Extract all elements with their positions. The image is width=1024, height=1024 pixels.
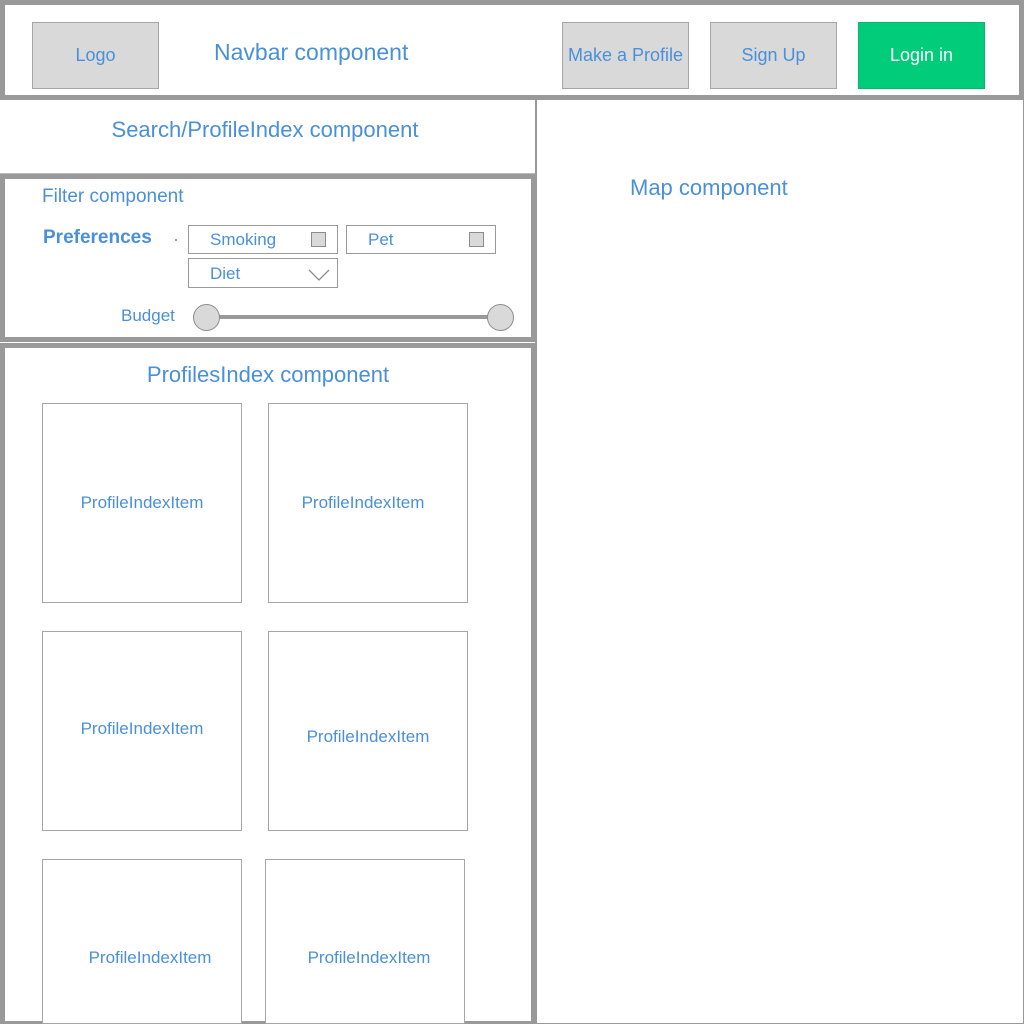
map-title: Map component (630, 175, 788, 200)
pet-label: Pet (368, 230, 394, 249)
profile-index-item[interactable]: ProfileIndexItem (268, 631, 468, 831)
pet-checkbox[interactable] (469, 232, 484, 247)
profile-index-item[interactable]: ProfileIndexItem (265, 859, 465, 1024)
login-button[interactable]: Login in (858, 22, 985, 89)
profiles-index-title: ProfilesIndex component (146, 362, 390, 387)
profile-index-item-label: ProfileIndexItem (307, 948, 431, 967)
diet-select[interactable]: Diet (188, 258, 338, 288)
search-panel-title: Search/ProfileIndex component (111, 117, 419, 142)
profile-index-item-label: ProfileIndexItem (80, 493, 204, 512)
profile-index-item[interactable]: ProfileIndexItem (42, 631, 242, 831)
budget-slider-max-handle[interactable] (487, 304, 514, 331)
navbar-title: Navbar component (214, 39, 409, 65)
preferences-dot (175, 239, 177, 241)
sign-up-button[interactable]: Sign Up (710, 22, 837, 89)
profile-index-item-label: ProfileIndexItem (306, 727, 430, 746)
make-profile-button[interactable]: Make a Profile (562, 22, 689, 89)
smoking-checkbox-field[interactable]: Smoking (188, 225, 338, 254)
smoking-label: Smoking (210, 230, 277, 249)
chevron-down-icon (308, 269, 330, 281)
budget-slider-track[interactable] (212, 315, 496, 319)
profile-index-item[interactable]: ProfileIndexItem (42, 859, 242, 1024)
filter-title: Filter component (42, 186, 184, 207)
pet-checkbox-field[interactable]: Pet (346, 225, 496, 254)
smoking-checkbox[interactable] (311, 232, 326, 247)
logo-button[interactable]: Logo (32, 22, 159, 89)
profile-index-item[interactable]: ProfileIndexItem (268, 403, 468, 603)
map-panel[interactable] (535, 100, 1024, 1024)
budget-slider-min-handle[interactable] (193, 304, 220, 331)
profile-index-item-label: ProfileIndexItem (301, 493, 425, 512)
profile-index-item-label: ProfileIndexItem (80, 719, 204, 738)
profile-index-item[interactable]: ProfileIndexItem (42, 403, 242, 603)
diet-label: Diet (210, 264, 241, 283)
profile-index-item-label: ProfileIndexItem (88, 948, 212, 967)
budget-label: Budget (121, 306, 175, 325)
preferences-label: Preferences (43, 227, 152, 248)
